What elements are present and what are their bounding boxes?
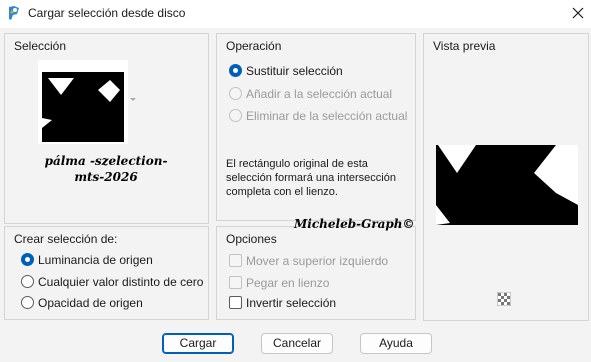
operation-description: El rectángulo original de esta selección… <box>226 158 396 198</box>
operation-group-title: Operación <box>224 39 284 53</box>
radio-button[interactable] <box>21 253 34 266</box>
radio-button[interactable] <box>229 87 242 100</box>
help-button[interactable]: Ayuda <box>360 333 432 354</box>
close-icon <box>572 7 584 19</box>
close-button[interactable] <box>565 0 591 26</box>
radio-button[interactable] <box>21 296 34 309</box>
psp-app-icon <box>9 6 19 20</box>
chevron-down-icon[interactable] <box>130 98 136 101</box>
checkbox[interactable] <box>229 296 242 309</box>
window-title: Cargar selección desde disco <box>28 6 186 20</box>
selection-thumbnail[interactable] <box>38 60 128 144</box>
option-label: Eliminar de la selección actual <box>246 109 408 123</box>
option-label: Mover a superior izquierdo <box>246 254 389 268</box>
option-label: Opacidad de origen <box>38 296 143 310</box>
option-label: Sustituir selección <box>246 64 343 78</box>
transparency-checker-icon[interactable] <box>497 292 511 306</box>
selection-file-name-line2: mts-2026 <box>74 170 138 184</box>
option-label: Luminancia de origen <box>38 253 153 267</box>
radio-button[interactable] <box>229 64 242 77</box>
checkbox[interactable] <box>229 276 242 289</box>
preview-image <box>436 145 578 225</box>
load-button[interactable]: Cargar <box>162 333 234 354</box>
option-label: Añadir a la selección actual <box>246 87 393 101</box>
radio-button[interactable] <box>229 109 242 122</box>
options-group-title: Opciones <box>224 232 279 246</box>
selection-file-name: pálma -szelection- mts-2026 <box>36 153 176 185</box>
option-label: Pegar en lienzo <box>246 276 330 290</box>
preview-group-title: Vista previa <box>431 39 498 53</box>
selection-group-title: Selección <box>12 39 69 53</box>
radio-button[interactable] <box>21 275 34 288</box>
cancel-button[interactable]: Cancelar <box>261 333 333 354</box>
create-selection-group-title: Crear selección de: <box>12 232 120 246</box>
option-label: Invertir selección <box>246 296 337 310</box>
watermark-text: Micheleb-Graph© <box>294 217 415 231</box>
option-label: Cualquier valor distinto de cero <box>38 275 204 289</box>
title-bar: Cargar selección desde disco <box>0 0 591 28</box>
checkbox[interactable] <box>229 254 242 267</box>
selection-file-name-line1: pálma -szelection- <box>44 154 168 168</box>
